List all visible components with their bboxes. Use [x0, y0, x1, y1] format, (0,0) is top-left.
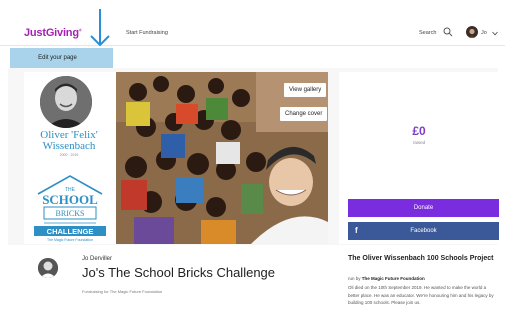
user-avatar-image — [468, 28, 476, 38]
logo-challenge: CHALLENGE — [47, 227, 94, 236]
owner-avatar[interactable] — [38, 258, 58, 278]
search-link[interactable]: Search — [419, 30, 436, 36]
justgiving-logo[interactable]: JustGiving® — [24, 27, 82, 39]
logo-tm: ® — [78, 27, 82, 33]
fundraising-for-text: Fundraising for The Magic Future Foundat… — [82, 289, 163, 294]
run-by-org-link[interactable]: The Magic Future Foundation — [362, 276, 425, 281]
raised-label: raised — [412, 140, 426, 145]
annotation-arrow-icon — [90, 9, 110, 47]
school-bricks-logo: THE SCHOOL BRICKS CHALLENGE The Magic Fu… — [34, 175, 106, 242]
logo-bricks: BRICKS — [56, 209, 85, 218]
edit-your-page-button[interactable]: Edit your page — [10, 48, 113, 68]
facebook-icon: f — [355, 226, 358, 235]
raised-amount: £0 — [412, 124, 426, 138]
owner-avatar-image — [38, 258, 58, 278]
search-icon[interactable] — [443, 27, 453, 37]
chevron-down-icon[interactable] — [492, 31, 498, 36]
nav-divider — [0, 45, 505, 46]
cover-photo — [116, 72, 328, 244]
logo-text: JustGiving — [24, 27, 79, 39]
charity-title: The Oliver Wissenbach 100 Schools Projec… — [348, 255, 494, 262]
profile-card: Oliver 'Felix' Wissenbach 2000 · 2019 TH… — [24, 72, 116, 244]
run-by-text: run by The Magic Future Foundation — [348, 276, 425, 281]
profile-photo — [40, 76, 92, 128]
change-cover-button[interactable]: Change cover — [280, 107, 328, 121]
top-nav: JustGiving® Start Fundraising Search Jo — [0, 22, 505, 46]
charity-description: Oli died on the 10th September 2019. He … — [348, 285, 494, 305]
logo-school: SCHOOL — [42, 192, 98, 207]
donate-button[interactable]: Donate — [348, 199, 499, 217]
memorial-name: Oliver 'Felix' Wissenbach — [24, 130, 114, 152]
owner-name: Jo Derviller — [82, 256, 113, 262]
facebook-share-button[interactable]: f Facebook — [348, 222, 499, 240]
view-gallery-button[interactable]: View gallery — [284, 83, 327, 97]
user-name[interactable]: Jo — [481, 30, 487, 36]
profile-photo-image — [40, 76, 92, 128]
raised-panel: £0 raised — [339, 72, 499, 244]
facebook-label: Facebook — [410, 228, 437, 234]
memorial-name-line2: Wissenbach — [42, 140, 96, 152]
user-avatar[interactable] — [466, 26, 478, 38]
cover-photo-image — [116, 72, 328, 244]
start-fundraising-link[interactable]: Start Fundraising — [126, 30, 168, 36]
page-title: Jo's The School Bricks Challenge — [82, 265, 276, 280]
run-by-prefix: run by — [348, 276, 361, 281]
logo-subtitle: The Magic Future Foundation — [47, 238, 93, 242]
memorial-dates: 2000 · 2019 — [59, 153, 79, 157]
